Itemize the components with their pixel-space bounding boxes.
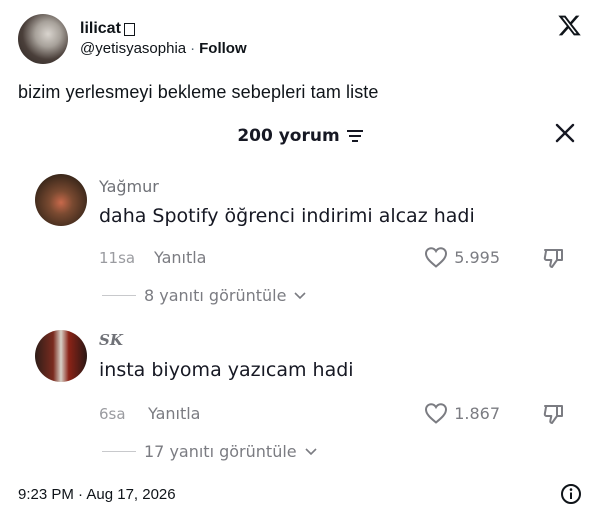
view-replies-button[interactable]: 8 yanıtı görüntüle bbox=[99, 286, 307, 305]
like-count: 5.995 bbox=[454, 247, 500, 267]
tweet-card: lilicat @yetisyasophia · Follow bizim ye… bbox=[0, 0, 600, 523]
comment-text: daha Spotify öğrenci indirimi alcaz hadi bbox=[99, 205, 475, 227]
commenter-name[interactable]: SK bbox=[99, 331, 123, 349]
tweet-header: lilicat @yetisyasophia · Follow bbox=[18, 13, 582, 65]
comment-time: 6sa bbox=[99, 405, 126, 423]
commenter-avatar[interactable] bbox=[35, 330, 87, 382]
dislike-icon[interactable] bbox=[542, 402, 566, 426]
replies-divider bbox=[102, 295, 136, 296]
comments-panel: 200 yorum Yağmur daha Spotify öğrenci in… bbox=[18, 112, 582, 462]
commenter-avatar[interactable] bbox=[35, 174, 87, 226]
comment-text: insta biyoma yazıcam hadi bbox=[99, 359, 354, 381]
tweet-text: bizim yerlesmeyi bekleme sebepleri tam l… bbox=[18, 82, 379, 102]
missing-glyph-icon bbox=[123, 22, 135, 36]
comments-count: 200 yorum bbox=[237, 126, 340, 146]
author-display-name[interactable]: lilicat bbox=[80, 19, 247, 39]
reply-button[interactable]: Yanıtla bbox=[148, 404, 200, 423]
tweet-footer: 9:23 PM · Aug 17, 2026 bbox=[18, 484, 582, 504]
like-button[interactable]: 1.867 bbox=[424, 402, 500, 424]
comments-header: 200 yorum bbox=[18, 122, 582, 150]
tweet-timestamp[interactable]: 9:23 PM · Aug 17, 2026 bbox=[18, 486, 176, 503]
close-icon[interactable] bbox=[554, 122, 576, 144]
view-replies-button[interactable]: 17 yanıtı görüntüle bbox=[99, 442, 317, 461]
reply-button[interactable]: Yanıtla bbox=[154, 248, 206, 267]
author-handle[interactable]: @yetisyasophia bbox=[80, 39, 186, 59]
comment-item: SK insta biyoma yazıcam hadi 6sa Yanıtla… bbox=[18, 330, 582, 470]
author-name-text: lilicat bbox=[80, 20, 121, 37]
filter-icon[interactable] bbox=[346, 129, 363, 143]
follow-button[interactable]: Follow bbox=[199, 39, 247, 59]
separator-dot: · bbox=[190, 40, 196, 57]
dislike-icon[interactable] bbox=[542, 246, 566, 270]
author-handle-row: @yetisyasophia · Follow bbox=[80, 39, 247, 59]
chevron-down-icon bbox=[294, 291, 307, 299]
like-button[interactable]: 5.995 bbox=[424, 246, 500, 268]
x-logo-icon[interactable] bbox=[557, 13, 582, 38]
replies-divider bbox=[102, 451, 136, 452]
author-info: lilicat @yetisyasophia · Follow bbox=[80, 19, 247, 59]
info-icon[interactable] bbox=[560, 483, 582, 505]
chevron-down-icon bbox=[305, 447, 317, 455]
comment-item: Yağmur daha Spotify öğrenci indirimi alc… bbox=[18, 174, 582, 314]
comment-time: 11sa bbox=[99, 249, 136, 267]
view-replies-label: 17 yanıtı görüntüle bbox=[144, 442, 297, 461]
view-replies-label: 8 yanıtı görüntüle bbox=[144, 286, 287, 305]
heart-icon bbox=[425, 403, 448, 424]
heart-icon bbox=[425, 247, 448, 268]
commenter-name[interactable]: Yağmur bbox=[99, 177, 159, 196]
like-count: 1.867 bbox=[454, 403, 500, 423]
author-avatar[interactable] bbox=[18, 14, 68, 64]
